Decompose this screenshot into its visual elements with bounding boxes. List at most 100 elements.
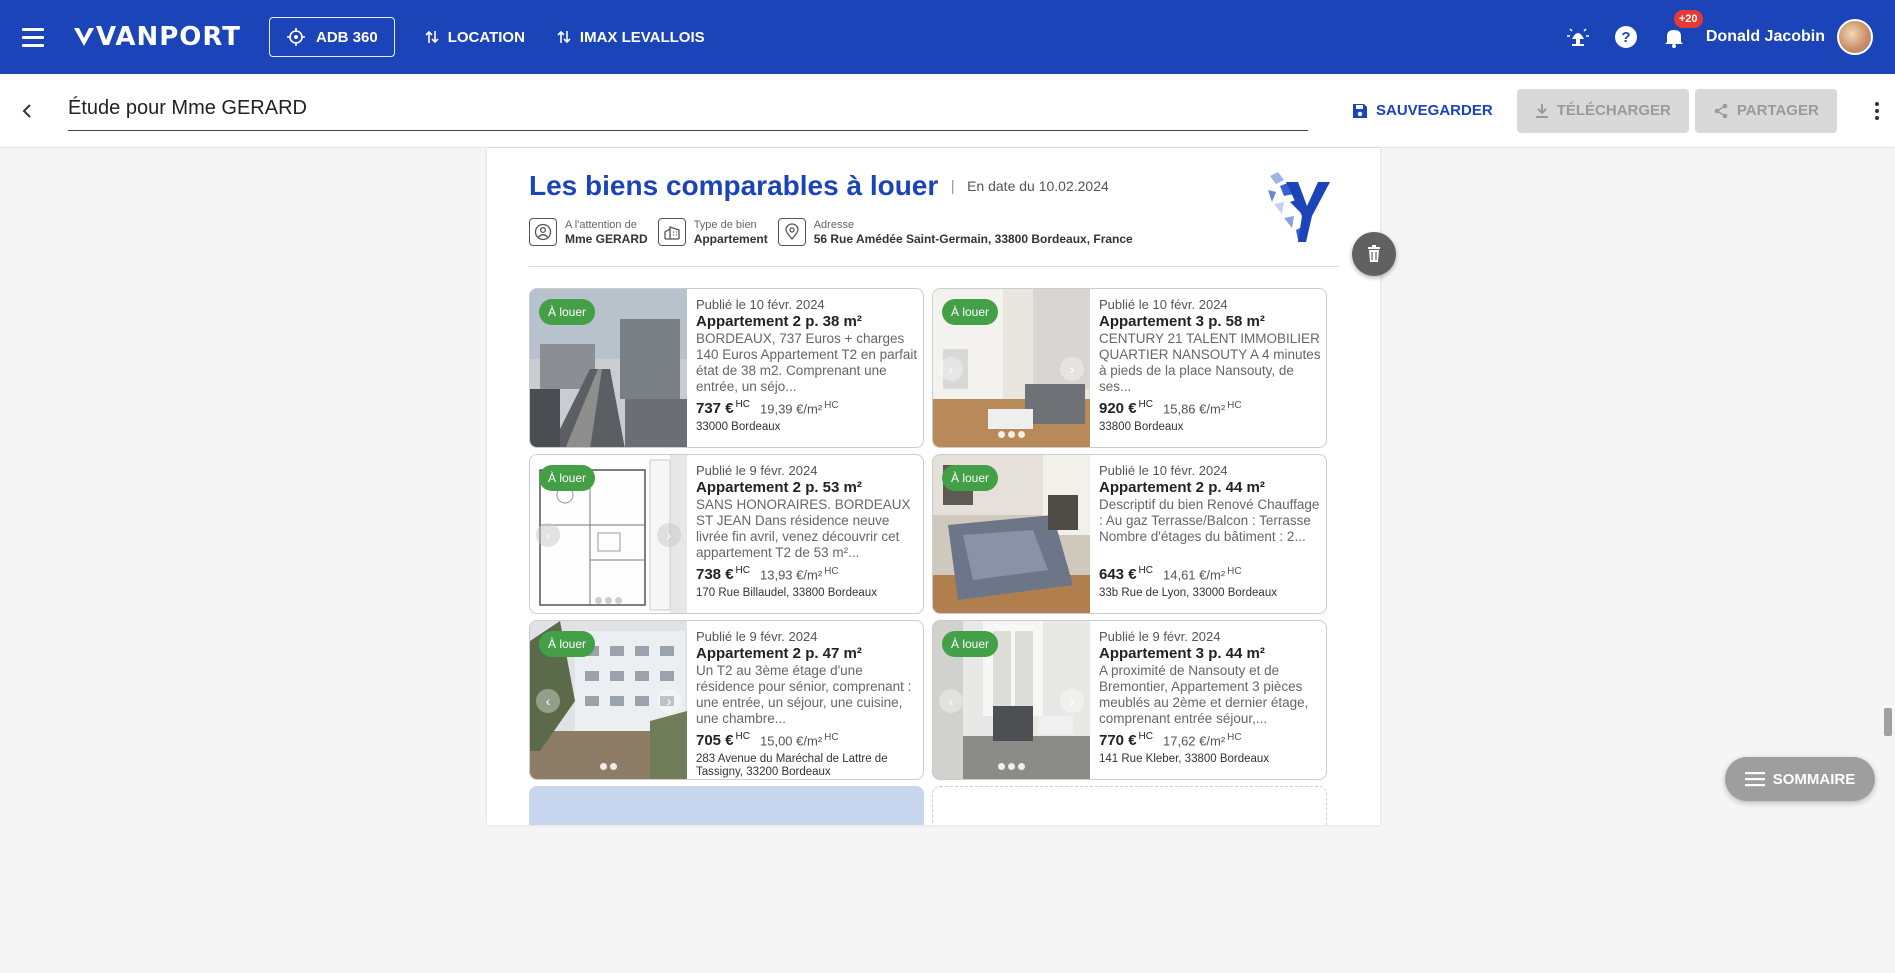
price-per-m2-value: 15,86 €/m² [1163, 401, 1226, 416]
property-info: Publié le 10 févr. 2024 Appartement 2 p.… [696, 297, 918, 434]
nav-imax-levallois[interactable]: IMAX LEVALLOIS [557, 29, 705, 46]
list-icon [1744, 772, 1765, 787]
published-date: Publié le 10 févr. 2024 [696, 297, 825, 312]
property-card-partial[interactable] [529, 786, 924, 825]
for-rent-badge: À louer [942, 631, 999, 657]
meta-recipient-value: Mme GERARD [565, 231, 648, 246]
help-icon[interactable]: ? [1612, 23, 1640, 51]
more-vertical-icon[interactable] [1865, 101, 1889, 120]
study-title-input[interactable]: Étude pour Mme GERARD [68, 91, 1308, 131]
brand-logo [1268, 172, 1330, 242]
notification-bell-icon[interactable]: +20 [1660, 10, 1703, 51]
photo-prev-arrow-icon[interactable]: ‹ [536, 689, 560, 713]
price-row: 643 € HC 14,61 €/m² HC [1099, 565, 1321, 583]
share-button[interactable]: PARTAGER [1694, 88, 1837, 133]
user-name[interactable]: Donald Jacobin [1706, 28, 1825, 46]
document-header: Les biens comparables à louer | En date … [529, 170, 1339, 246]
rent-price-suffix: HC [735, 731, 750, 742]
photo-prev-arrow-icon[interactable]: ‹ [939, 689, 963, 713]
price-row: 920 € HC 15,86 €/m² HC [1099, 399, 1321, 417]
photo-next-arrow-icon[interactable]: › [657, 689, 681, 713]
avatar[interactable] [1837, 19, 1873, 55]
add-property-slot[interactable] [932, 786, 1327, 825]
meta-type-value: Appartement [693, 231, 768, 246]
trash-icon [1368, 245, 1380, 262]
price-row: 705 € HC 15,00 €/m² HC [696, 731, 918, 749]
property-card[interactable]: À louer ‹ › Publié le 9 févr. 2024 Appar… [932, 620, 1327, 780]
property-info: Publié le 10 févr. 2024 Appartement 3 p.… [1099, 297, 1321, 434]
property-card[interactable]: À louer Publié le 10 févr. 2024 Appartem… [932, 454, 1327, 614]
property-address: 33b Rue de Lyon, 33000 Bordeaux [1099, 587, 1277, 599]
price-per-m2-suffix: HC [824, 731, 839, 743]
rent-price: 738 € HC [696, 565, 750, 583]
property-address: 170 Rue Billaudel, 33800 Bordeaux [696, 587, 877, 599]
rent-price-value: 643 € [1099, 566, 1137, 583]
delete-section-button[interactable] [1352, 232, 1396, 276]
notification-count-badge: +20 [1673, 10, 1703, 28]
property-info: Publié le 9 févr. 2024 Appartement 3 p. … [1099, 629, 1321, 766]
download-icon [1535, 103, 1548, 118]
property-title: Appartement 3 p. 44 m² [1099, 645, 1265, 662]
person-icon [529, 218, 557, 246]
for-rent-badge: À louer [539, 465, 596, 491]
save-button-label: SAUVEGARDER [1376, 102, 1493, 119]
download-button[interactable]: TÉLÉCHARGER [1516, 88, 1689, 133]
photo-next-arrow-icon[interactable]: › [657, 523, 681, 547]
rent-price-suffix: HC [1138, 565, 1153, 576]
photo-next-arrow-icon[interactable]: › [1060, 689, 1084, 713]
title-separator: | [950, 178, 955, 195]
property-title: Appartement 2 p. 53 m² [696, 479, 862, 496]
published-date: Publié le 10 févr. 2024 [1099, 297, 1228, 312]
photo-next-arrow-icon[interactable]: › [1060, 357, 1084, 381]
summary-button[interactable]: SOMMAIRE [1725, 757, 1875, 801]
save-button[interactable]: SAUVEGARDER [1352, 102, 1493, 119]
nav-location[interactable]: LOCATION [425, 29, 525, 46]
property-card[interactable]: À louer ‹ › Publié le 9 févr. 2024 Appar… [529, 454, 924, 614]
published-date: Publié le 9 févr. 2024 [696, 463, 818, 478]
rent-price: 920 € HC [1099, 399, 1153, 417]
photo-prev-arrow-icon[interactable]: ‹ [536, 523, 560, 547]
price-per-m2-suffix: HC [1227, 731, 1242, 743]
svg-text:?: ? [1621, 29, 1630, 46]
meta-address-value: 56 Rue Amédée Saint-Germain, 33800 Borde… [813, 231, 1133, 246]
back-arrow-icon[interactable] [2, 103, 52, 119]
property-address: 33800 Bordeaux [1099, 421, 1184, 433]
meta-address-label: Adresse [813, 218, 855, 231]
property-description: Un T2 au 3ème étage d'une résidence pour… [696, 663, 912, 726]
price-per-m2-value: 14,61 €/m² [1163, 567, 1226, 582]
price-per-m2-value: 13,93 €/m² [760, 567, 823, 582]
app-logo[interactable]: VANPORT [72, 22, 241, 52]
property-title: Appartement 3 p. 58 m² [1099, 313, 1265, 330]
adb-360-button[interactable]: ADB 360 [269, 17, 395, 57]
photo-prev-arrow-icon[interactable]: ‹ [939, 357, 963, 381]
property-description: SANS HONORAIRES. BORDEAUX ST JEAN Dans r… [696, 497, 911, 560]
price-per-m2-value: 17,62 €/m² [1163, 733, 1226, 748]
hamburger-menu-icon[interactable] [22, 21, 54, 53]
nav-location-label: LOCATION [447, 28, 525, 46]
rent-price-value: 705 € [696, 732, 734, 749]
lamp-icon[interactable] [1564, 23, 1592, 51]
swap-vertical-icon [557, 30, 571, 44]
share-button-label: PARTAGER [1736, 102, 1819, 119]
property-card[interactable]: À louer ‹ › Publié le 10 févr. 2024 Appa… [932, 288, 1327, 448]
price-per-m2: 15,00 €/m² HC [760, 732, 839, 748]
for-rent-badge: À louer [942, 299, 999, 325]
price-per-m2: 19,39 €/m² HC [760, 400, 839, 416]
rent-price-suffix: HC [1138, 731, 1153, 742]
published-date: Publié le 9 févr. 2024 [696, 629, 818, 644]
property-card[interactable]: À louer ‹ › Publié le 9 févr. 2024 Appar… [529, 620, 924, 780]
property-description: A proximité de Nansouty et de Bremontier… [1099, 663, 1309, 726]
property-address: 33000 Bordeaux [696, 421, 781, 433]
price-per-m2-suffix: HC [824, 565, 839, 577]
content-area: Les biens comparables à louer | En date … [0, 148, 1895, 973]
price-per-m2-value: 15,00 €/m² [760, 733, 823, 748]
rent-price: 705 € HC [696, 731, 750, 749]
app-bar: VANPORT ADB 360 LOCATION IMAX LEVALLOIS … [0, 0, 1895, 74]
page-scrollbar[interactable] [1880, 296, 1895, 973]
rent-price: 770 € HC [1099, 731, 1153, 749]
scrollbar-thumb[interactable] [1884, 708, 1892, 736]
page-title: Les biens comparables à louer [529, 170, 939, 201]
location-pin-icon [777, 218, 806, 246]
photo-carousel-dots [530, 763, 687, 770]
property-card[interactable]: À louer Publié le 10 févr. 2024 Appartem… [529, 288, 924, 448]
